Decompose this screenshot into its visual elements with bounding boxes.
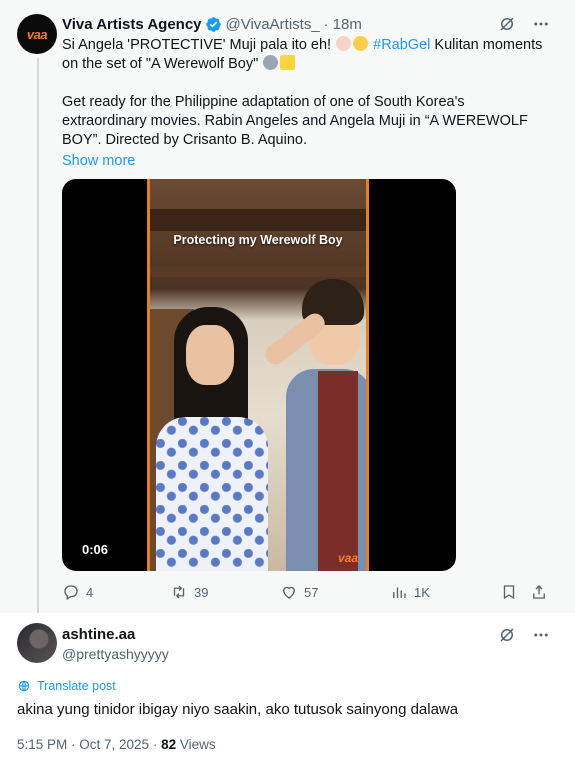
video-watermark: vaa — [337, 551, 358, 565]
focused-reply[interactable]: ashtine.aa @prettyashyyyyy Translate pos… — [0, 613, 575, 762]
sparkles-emoji-icon — [280, 55, 296, 70]
bookmark-button[interactable] — [500, 583, 518, 601]
tweet-body: Si Angela 'PROTECTIVE' Muji pala ito eh!… — [62, 36, 552, 171]
reply-body: akina yung tinidor ibigay niyo saakin, a… — [17, 701, 459, 718]
scene-shelf — [150, 267, 366, 277]
author-handle[interactable]: @VivaArtists_ — [226, 16, 320, 33]
tweet-top-actions — [497, 14, 551, 34]
author-avatar[interactable]: vaa — [17, 14, 57, 54]
avatar-logo-text: vaa — [26, 26, 48, 42]
hashtag-link[interactable]: #RabGel — [373, 37, 430, 53]
parent-tweet[interactable]: vaa Viva Artists Agency @VivaArtists_ · … — [0, 0, 575, 615]
reply-views-count: 82 — [161, 737, 177, 752]
views-button[interactable]: 1K — [390, 583, 430, 601]
tweet-text-start: Si Angela 'PROTECTIVE' Muji pala ito eh! — [62, 37, 332, 53]
reply-count: 4 — [86, 584, 94, 600]
translate-icon — [18, 680, 30, 692]
tweet-paragraph-2: Get ready for the Philippine adaptation … — [62, 94, 528, 148]
tweet-header: Viva Artists Agency @VivaArtists_ · 18m — [62, 14, 362, 34]
translate-label: Translate post — [37, 679, 116, 693]
person-girl — [156, 307, 276, 571]
video-duration: 0:06 — [82, 542, 109, 557]
reply-metadata: 5:15 PM · Oct 7, 2025 · 82 Views — [17, 737, 216, 752]
author-name[interactable]: Viva Artists Agency — [62, 16, 202, 33]
reply-author-name[interactable]: ashtine.aa — [62, 626, 135, 643]
repost-icon — [173, 585, 185, 599]
repost-count: 39 — [194, 584, 209, 600]
reply-author-avatar[interactable] — [17, 623, 57, 663]
tweet-line-1: Si Angela 'PROTECTIVE' Muji pala ito eh!… — [62, 36, 552, 74]
share-icon — [533, 585, 545, 599]
reply-views-label: Views — [176, 737, 216, 752]
grok-icon[interactable] — [497, 14, 517, 34]
more-icon[interactable] — [531, 625, 551, 645]
video-caption: Protecting my Werewolf Boy — [173, 233, 343, 247]
bookmark-icon — [503, 585, 515, 600]
translate-post-link[interactable]: Translate post — [17, 679, 116, 693]
reply-icon — [64, 585, 78, 600]
scene-beam — [150, 209, 366, 231]
show-more-link[interactable]: Show more — [62, 152, 552, 171]
share-button[interactable] — [530, 583, 548, 601]
tweet-time[interactable]: 18m — [333, 16, 362, 33]
astonished-face-emoji-icon — [353, 36, 369, 51]
reply-button[interactable]: 4 — [62, 583, 93, 601]
reply-author-handle[interactable]: @prettyashyyyyy — [62, 646, 169, 662]
like-button[interactable]: 57 — [280, 583, 318, 601]
views-count: 1K — [414, 584, 430, 600]
more-icon[interactable] — [531, 14, 551, 34]
thread-connector-line — [37, 58, 39, 615]
separator-dot: · — [323, 15, 329, 33]
reply-timestamp[interactable]: 5:15 PM · Oct 7, 2025 · — [17, 737, 161, 752]
flexed-biceps-emoji-icon — [336, 36, 352, 51]
like-count: 57 — [304, 584, 319, 600]
repost-button[interactable]: 39 — [170, 583, 208, 601]
grok-icon[interactable] — [497, 625, 517, 645]
views-icon — [393, 587, 406, 598]
video-frame: Protecting my Werewolf Boy vaa — [147, 179, 369, 571]
like-icon — [283, 586, 295, 599]
tweet-action-bar: 4 39 57 1K — [62, 583, 552, 603]
video-player[interactable]: Protecting my Werewolf Boy vaa 0:06 — [62, 179, 456, 571]
verified-badge-icon — [205, 16, 221, 32]
reply-top-actions — [497, 625, 551, 645]
wolf-emoji-icon — [263, 55, 279, 70]
